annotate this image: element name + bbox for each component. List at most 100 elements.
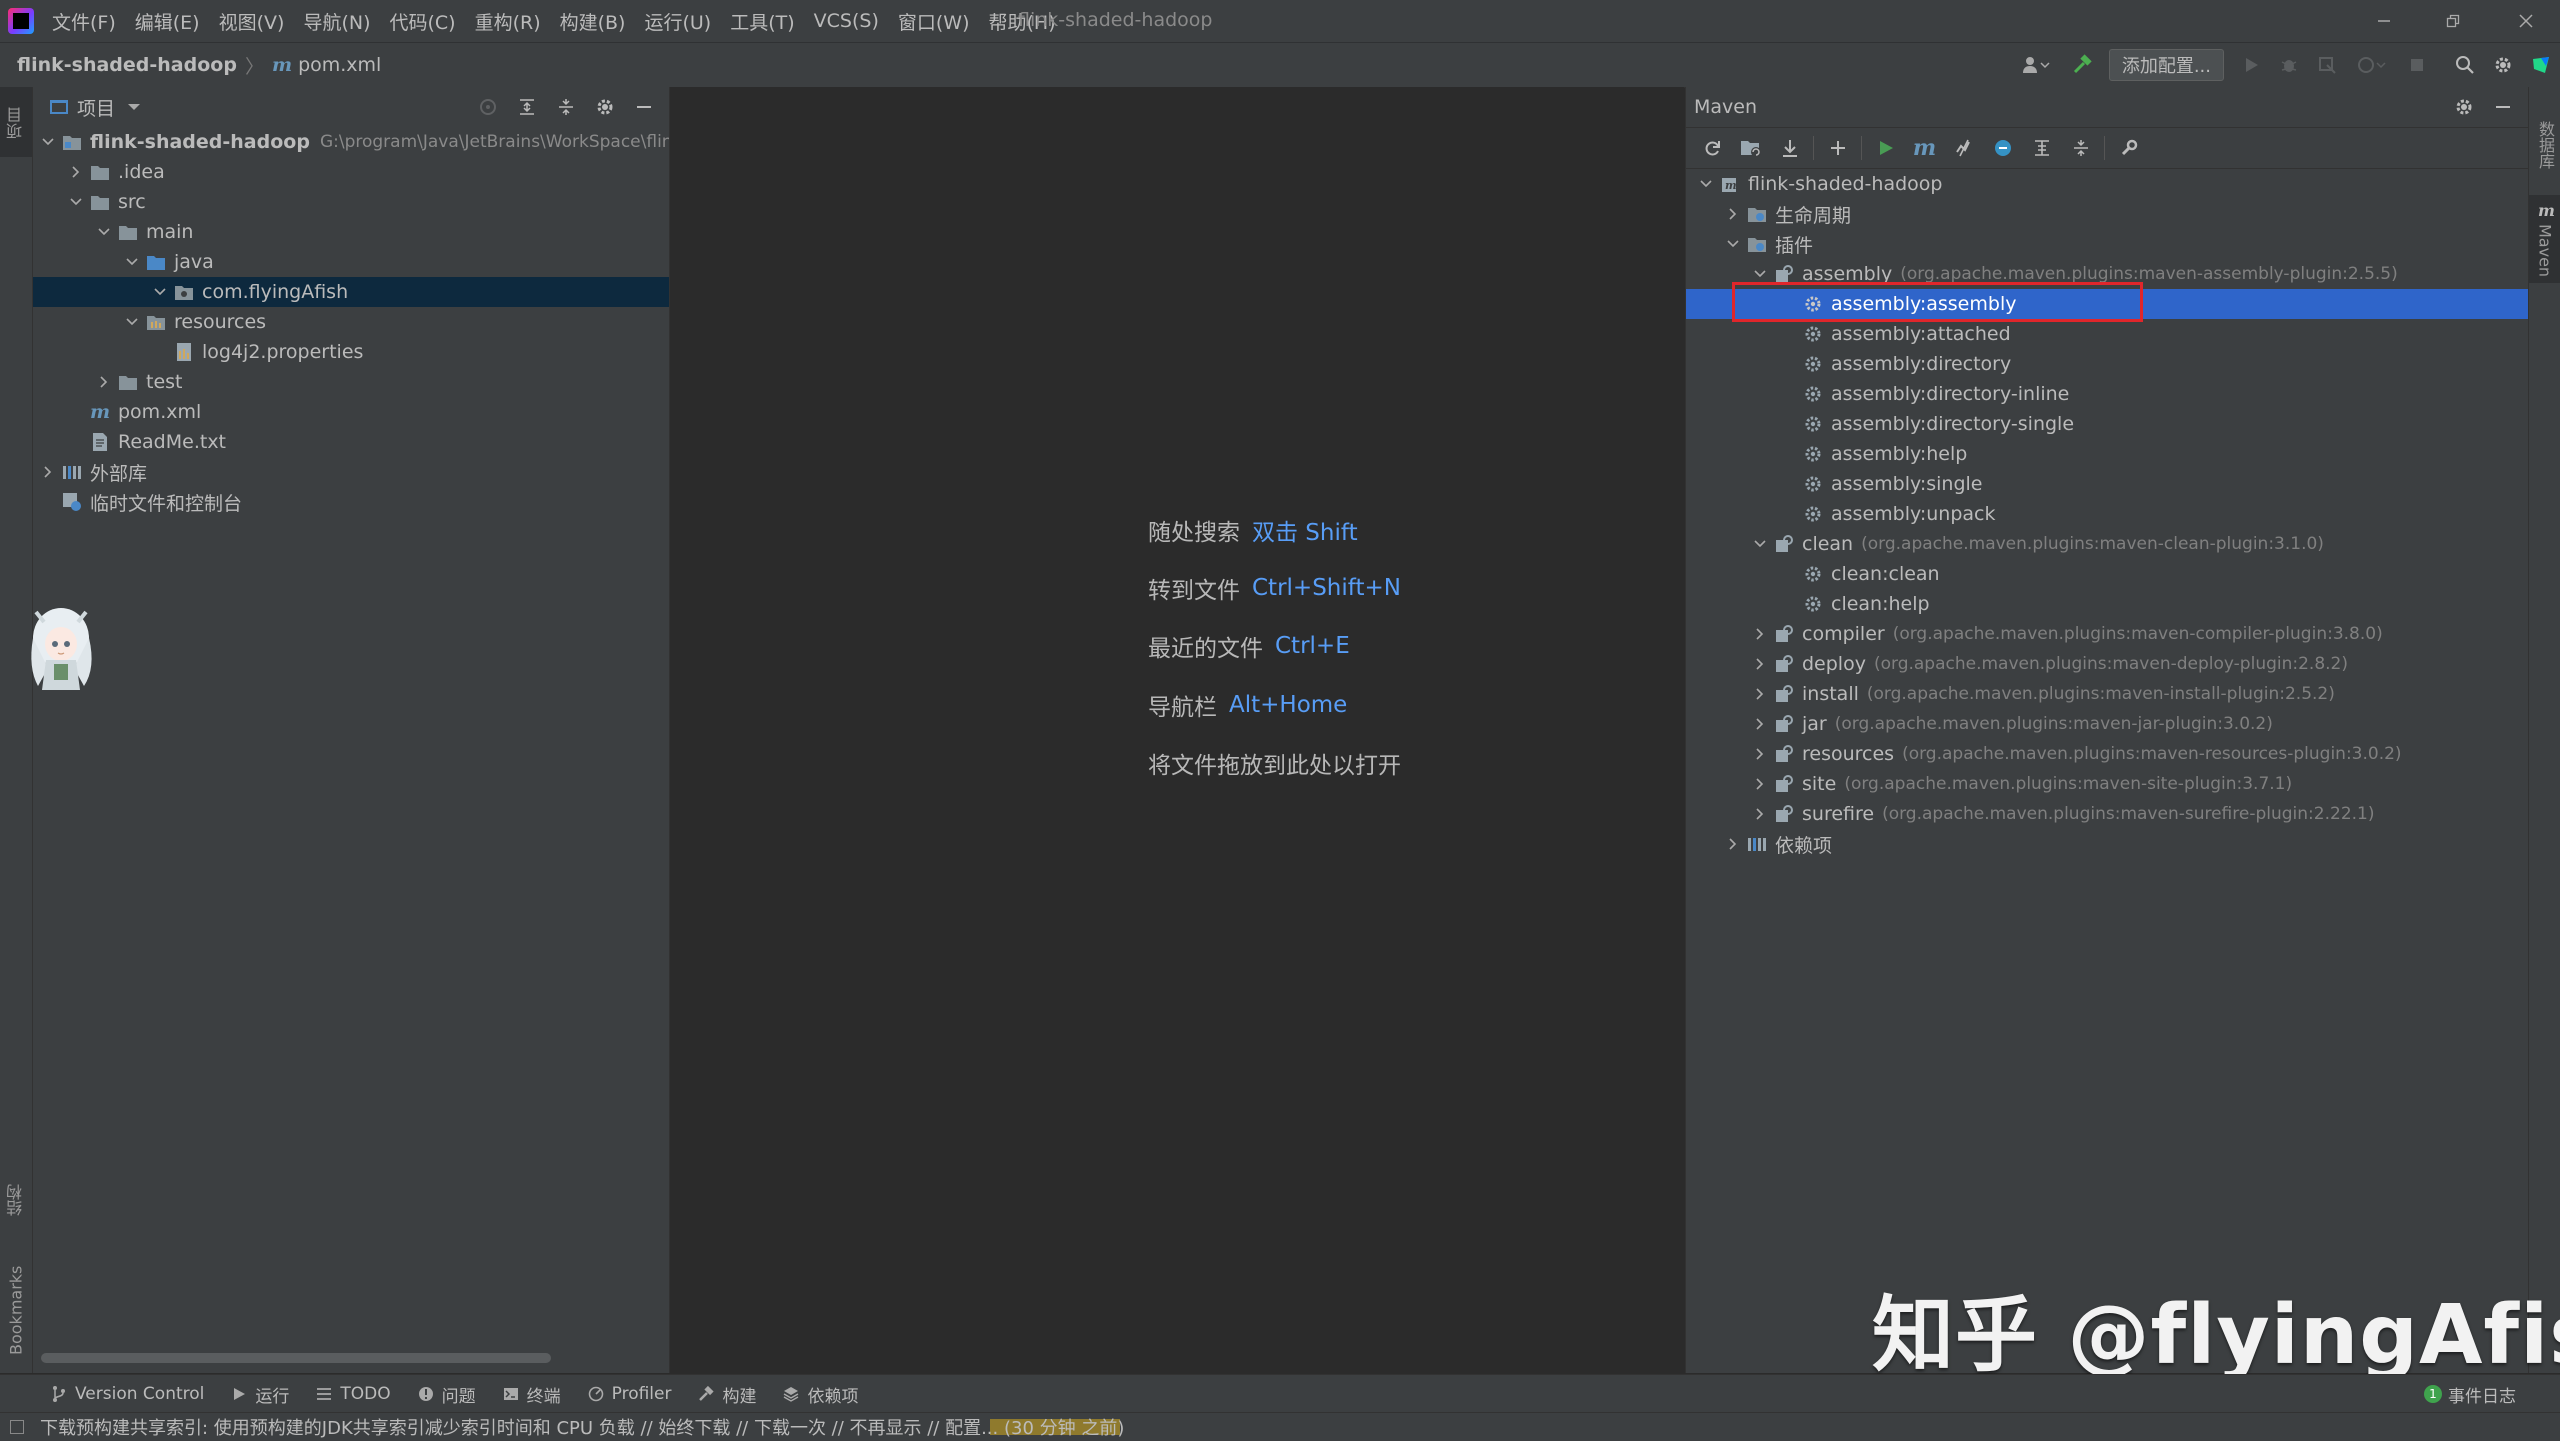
user-account-icon[interactable]	[2009, 43, 2063, 87]
execute-maven-goal-icon[interactable]: m	[1905, 128, 1944, 168]
tree-row-project-root[interactable]: flink-shaded-hadoop G:\program\Java\JetB…	[33, 127, 669, 157]
chevron-down-icon[interactable]	[1698, 176, 1714, 192]
maven-settings-gear-icon[interactable]	[2444, 87, 2483, 127]
tree-row-resources[interactable]: resources	[33, 307, 669, 337]
menu-file[interactable]: 文件(F)	[52, 8, 116, 35]
maven-plugin-resources[interactable]: resources (org.apache.maven.plugins:mave…	[1686, 739, 2528, 769]
maven-plugin-clean[interactable]: clean (org.apache.maven.plugins:maven-cl…	[1686, 529, 2528, 559]
tree-row-test[interactable]: test	[33, 367, 669, 397]
close-window-icon[interactable]	[2506, 6, 2546, 36]
bookmarks-tool-tab[interactable]: Bookmarks	[2, 1255, 30, 1365]
tab-todo[interactable]: TODO	[315, 1384, 391, 1404]
profile-run-icon[interactable]	[2346, 43, 2398, 87]
maven-plugin-surefire[interactable]: surefire (org.apache.maven.plugins:maven…	[1686, 799, 2528, 829]
chevron-right-icon[interactable]	[1752, 806, 1768, 822]
chevron-right-icon[interactable]	[1725, 836, 1741, 852]
menu-window[interactable]: 窗口(W)	[898, 8, 970, 35]
settings-gear-icon[interactable]	[2484, 43, 2522, 87]
chevron-down-icon[interactable]	[68, 194, 84, 210]
tree-row-main[interactable]: main	[33, 217, 669, 247]
tab-version-control[interactable]: Version Control	[50, 1384, 204, 1404]
chevron-down-icon[interactable]	[152, 284, 168, 300]
menu-code[interactable]: 代码(C)	[389, 8, 455, 35]
add-maven-project-icon[interactable]	[1818, 128, 1857, 168]
tree-row-java[interactable]: java	[33, 247, 669, 277]
minimize-icon[interactable]	[2364, 6, 2404, 36]
maven-plugin-site[interactable]: site (org.apache.maven.plugins:maven-sit…	[1686, 769, 2528, 799]
tree-row-pom[interactable]: m pom.xml	[33, 397, 669, 427]
chevron-right-icon[interactable]	[1752, 656, 1768, 672]
horizontal-scrollbar[interactable]	[41, 1353, 551, 1363]
tree-row-log4j2[interactable]: log4j2.properties	[33, 337, 669, 367]
chevron-down-icon[interactable]	[1752, 266, 1768, 282]
hide-maven-panel-icon[interactable]	[2483, 87, 2522, 127]
tree-row-idea[interactable]: .idea	[33, 157, 669, 187]
tab-build[interactable]: 构建	[697, 1382, 756, 1407]
generate-sources-icon[interactable]	[1731, 128, 1770, 168]
breadcrumb-project[interactable]: flink-shaded-hadoop	[17, 54, 237, 76]
tree-row-external-libraries[interactable]: 外部库	[33, 457, 669, 487]
chevron-right-icon[interactable]	[1752, 746, 1768, 762]
collapse-all-maven-icon[interactable]	[2061, 128, 2100, 168]
status-message[interactable]: 下载预构建共享索引: 使用预构建的JDK共享索引减少索引时间和 CPU 负载 /…	[40, 1413, 1124, 1441]
show-dependencies-icon[interactable]	[2022, 128, 2061, 168]
editor-area[interactable]: 随处搜索 双击 Shift 转到文件 Ctrl+Shift+N 最近的文件 Ct…	[670, 87, 1684, 1373]
restore-icon[interactable]	[2433, 6, 2473, 36]
project-tool-tab[interactable]: 项目	[2, 97, 30, 149]
toggle-tool-windows-icon[interactable]	[10, 1420, 24, 1434]
chevron-right-icon[interactable]	[1752, 686, 1768, 702]
chevron-right-icon[interactable]	[1752, 626, 1768, 642]
menu-navigate[interactable]: 导航(N)	[303, 8, 370, 35]
maven-plugin-install[interactable]: install (org.apache.maven.plugins:maven-…	[1686, 679, 2528, 709]
menu-tools[interactable]: 工具(T)	[730, 8, 794, 35]
menu-run[interactable]: 运行(U)	[644, 8, 711, 35]
maven-goal[interactable]: clean:help	[1686, 589, 2528, 619]
maven-tool-tab[interactable]: m Maven	[2529, 195, 2560, 283]
maven-goal[interactable]: assembly:directory-inline	[1686, 379, 2528, 409]
breadcrumb-file[interactable]: pom.xml	[298, 54, 381, 76]
chevron-down-icon[interactable]	[124, 314, 140, 330]
expand-all-icon[interactable]	[507, 87, 546, 127]
maven-plugin-deploy[interactable]: deploy (org.apache.maven.plugins:maven-d…	[1686, 649, 2528, 679]
chevron-down-icon[interactable]	[1752, 536, 1768, 552]
chevron-down-icon[interactable]	[1725, 236, 1741, 252]
project-panel-title[interactable]: 项目	[77, 94, 115, 121]
tab-dependencies[interactable]: 依赖项	[782, 1382, 858, 1407]
chevron-right-icon[interactable]	[96, 374, 112, 390]
run-maven-build-icon[interactable]	[1866, 128, 1905, 168]
maven-goal[interactable]: assembly:directory	[1686, 349, 2528, 379]
chevron-right-icon[interactable]	[68, 164, 84, 180]
coverage-icon[interactable]	[2308, 43, 2346, 87]
maven-goal[interactable]: assembly:attached	[1686, 319, 2528, 349]
menu-view[interactable]: 视图(V)	[219, 8, 285, 35]
build-hammer-icon[interactable]	[2063, 43, 2101, 87]
run-icon[interactable]	[2232, 43, 2270, 87]
toggle-offline-mode-icon[interactable]	[1944, 128, 1983, 168]
toggle-skip-tests-icon[interactable]	[1983, 128, 2022, 168]
project-tab-active[interactable]: 项目	[0, 87, 32, 157]
chevron-down-icon[interactable]	[124, 254, 140, 270]
tree-row-src[interactable]: src	[33, 187, 669, 217]
maven-row-plugins[interactable]: 插件	[1686, 229, 2528, 259]
menu-build[interactable]: 构建(B)	[560, 8, 626, 35]
tab-run[interactable]: 运行	[230, 1382, 289, 1407]
stop-icon[interactable]	[2398, 43, 2436, 87]
maven-goal[interactable]: assembly:directory-single	[1686, 409, 2528, 439]
menu-edit[interactable]: 编辑(E)	[135, 8, 200, 35]
panel-settings-gear-icon[interactable]	[585, 87, 624, 127]
jetbrains-toolbox-icon[interactable]	[2522, 43, 2560, 87]
maven-row-lifecycle[interactable]: 生命周期	[1686, 199, 2528, 229]
maven-goal[interactable]: clean:clean	[1686, 559, 2528, 589]
maven-goal-assembly-assembly-selected[interactable]: assembly:assembly	[1686, 282, 2528, 322]
database-tool-tab[interactable]: 数据库	[2531, 95, 2559, 195]
tree-row-readme[interactable]: ReadMe.txt	[33, 427, 669, 457]
maven-goal[interactable]: assembly:help	[1686, 439, 2528, 469]
locate-file-icon[interactable]	[468, 87, 507, 127]
maven-row-root[interactable]: m flink-shaded-hadoop	[1686, 169, 2528, 199]
tree-row-scratches[interactable]: 临时文件和控制台	[33, 487, 669, 517]
maven-settings-wrench-icon[interactable]	[2109, 128, 2148, 168]
chevron-down-icon[interactable]	[96, 224, 112, 240]
tab-profiler[interactable]: Profiler	[587, 1384, 671, 1404]
tab-terminal[interactable]: 终端	[502, 1382, 561, 1407]
search-everywhere-icon[interactable]	[2446, 43, 2484, 87]
